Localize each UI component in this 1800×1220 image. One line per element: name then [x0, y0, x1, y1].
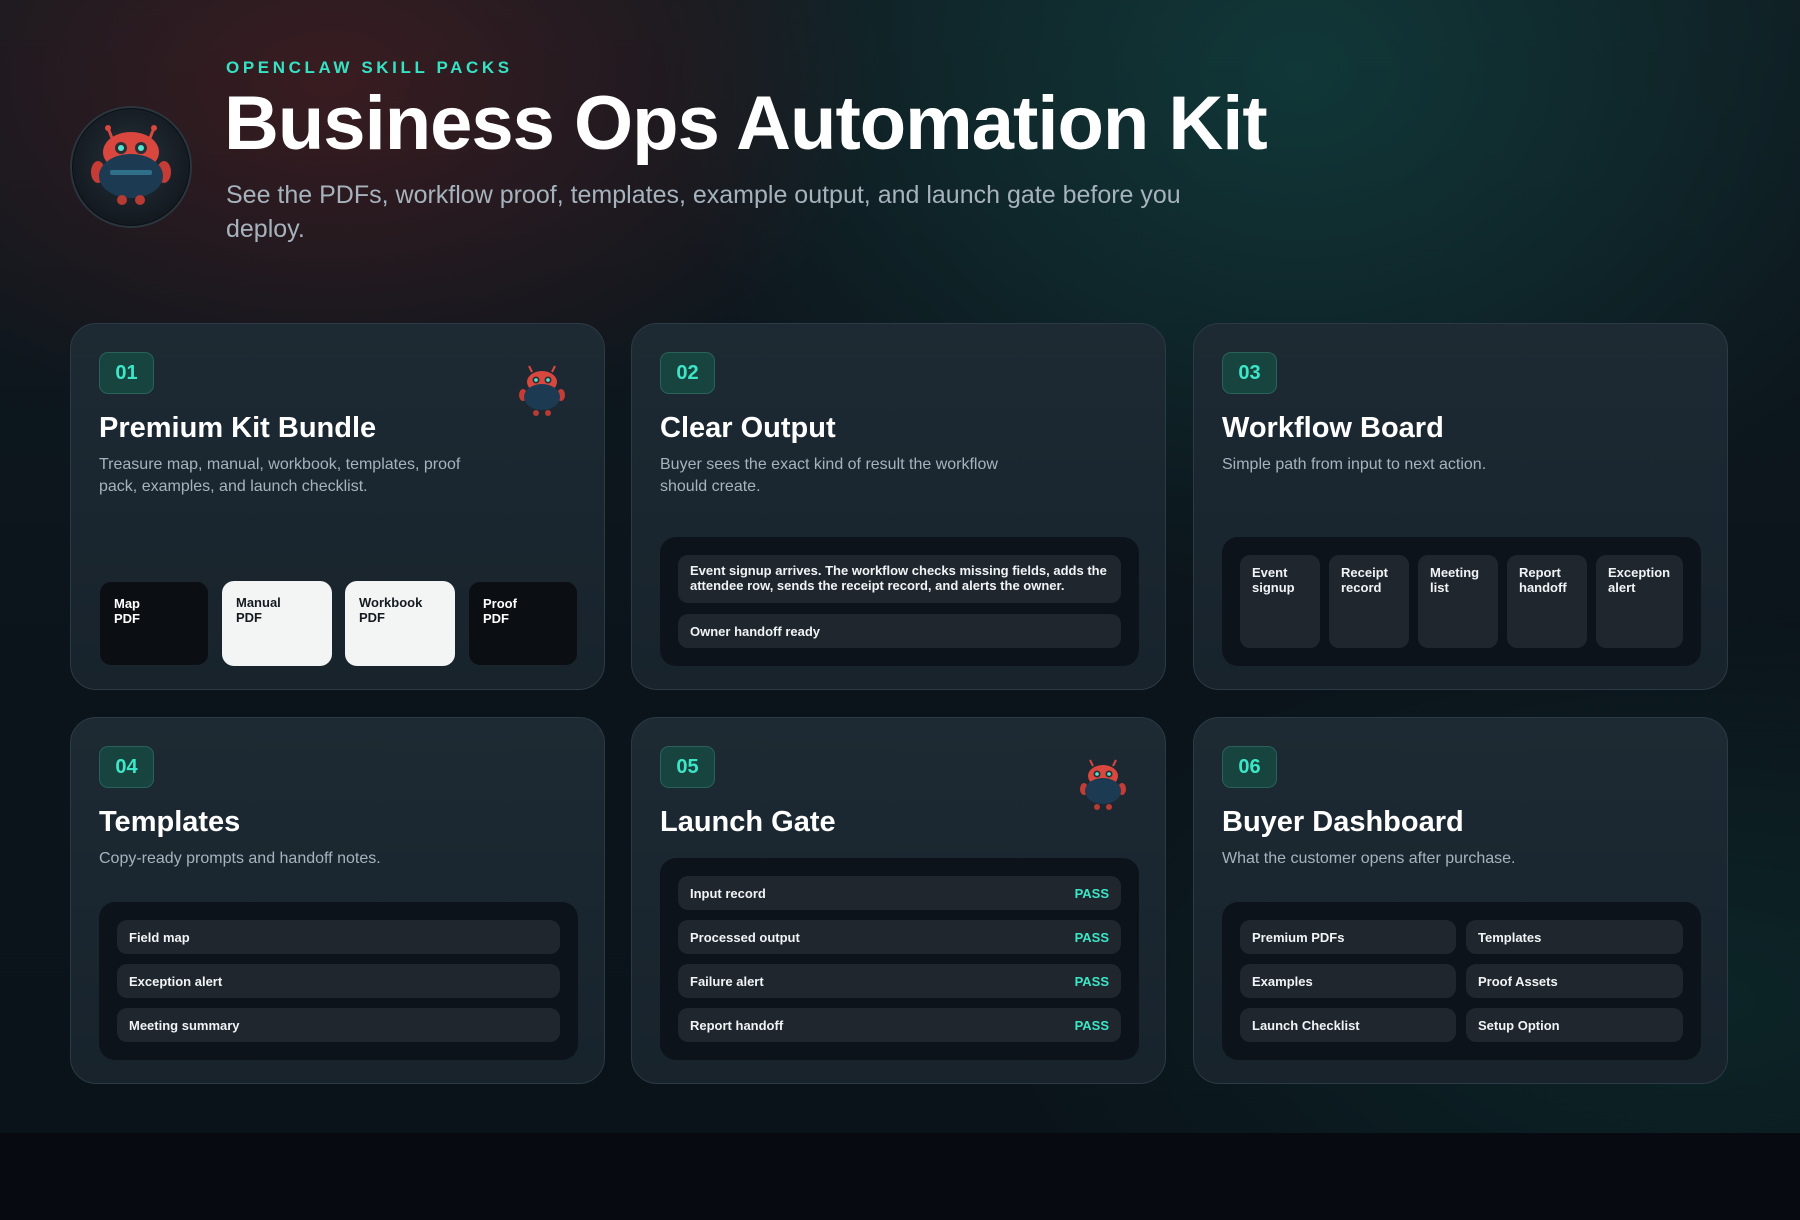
- card-buyer-dashboard: 06 Buyer Dashboard What the customer ope…: [1193, 717, 1728, 1084]
- map-pdf-tile[interactable]: Map PDF: [99, 581, 209, 666]
- card-mascot: [1072, 758, 1134, 814]
- templates-list-panel: Field map Exception alert Meeting summar…: [99, 902, 578, 1060]
- workflow-step: Meeting list: [1418, 555, 1498, 648]
- hero-eyebrow: OPENCLAW SKILL PACKS: [226, 58, 513, 77]
- launch-checks-panel: Input record PASS Processed output PASS …: [660, 858, 1139, 1060]
- workflow-steps-panel: Event signup Receipt record Meeting list…: [1222, 537, 1701, 666]
- card-premium-kit-bundle: 01 Premium Kit Bundle Treasure map, manu…: [70, 323, 605, 690]
- card-number-badge: 03: [1222, 352, 1277, 394]
- workbook-pdf-tile[interactable]: Workbook PDF: [345, 581, 455, 666]
- check-label: Input record: [690, 885, 766, 901]
- robot-mascot-icon: [1080, 759, 1126, 810]
- dashboard-items-panel: Premium PDFs Templates Examples Proof As…: [1222, 902, 1701, 1060]
- launch-check-row: Processed output PASS: [678, 920, 1121, 954]
- template-item[interactable]: Exception alert: [117, 964, 560, 998]
- card-number-badge: 01: [99, 352, 154, 394]
- dashboard-item[interactable]: Examples: [1240, 964, 1456, 998]
- card-title: Workflow Board: [1222, 412, 1444, 444]
- card-title: Templates: [99, 806, 241, 838]
- check-label: Failure alert: [690, 973, 764, 989]
- card-number-badge: 04: [99, 746, 154, 788]
- launch-check-row: Input record PASS: [678, 876, 1121, 910]
- card-clear-output: 02 Clear Output Buyer sees the exact kin…: [631, 323, 1166, 690]
- manual-pdf-tile[interactable]: Manual PDF: [222, 581, 332, 666]
- card-title: Clear Output: [660, 412, 836, 444]
- workflow-step: Event signup: [1240, 555, 1320, 648]
- pass-badge: PASS: [1074, 929, 1109, 945]
- owner-handoff-status: Owner handoff ready: [678, 614, 1121, 648]
- page-footer-area: [0, 1133, 1800, 1220]
- card-description: Simple path from input to next action.: [1222, 456, 1487, 473]
- card-title: Premium Kit Bundle: [99, 412, 377, 444]
- launch-check-row: Failure alert PASS: [678, 964, 1121, 998]
- card-description: Treasure map, manual, workbook, template…: [99, 456, 461, 495]
- hero-mascot-avatar: [70, 106, 192, 228]
- pass-badge: PASS: [1074, 1017, 1109, 1033]
- card-title: Buyer Dashboard: [1222, 806, 1464, 838]
- hero-subtitle: See the PDFs, workflow proof, templates,…: [226, 181, 1181, 243]
- dashboard-item[interactable]: Launch Checklist: [1240, 1008, 1456, 1042]
- robot-mascot-icon: [519, 365, 565, 416]
- proof-pdf-tile[interactable]: Proof PDF: [468, 581, 578, 666]
- card-number-badge: 06: [1222, 746, 1277, 788]
- page-background: OPENCLAW SKILL PACKS Business Ops Automa…: [0, 0, 1800, 1133]
- robot-mascot-icon: [91, 125, 171, 205]
- output-example-text: Event signup arrives. The workflow check…: [678, 555, 1121, 603]
- dashboard-item[interactable]: Proof Assets: [1466, 964, 1683, 998]
- card-number-badge: 05: [660, 746, 715, 788]
- card-title: Launch Gate: [660, 806, 836, 838]
- pass-badge: PASS: [1074, 973, 1109, 989]
- dashboard-item[interactable]: Templates: [1466, 920, 1683, 954]
- output-preview-panel: Event signup arrives. The workflow check…: [660, 537, 1139, 666]
- launch-check-row: Report handoff PASS: [678, 1008, 1121, 1042]
- card-launch-gate: 05 Launch Gate Input record PASS Process…: [631, 717, 1166, 1084]
- dashboard-item[interactable]: Premium PDFs: [1240, 920, 1456, 954]
- card-mascot: [511, 364, 573, 420]
- card-description: What the customer opens after purchase.: [1222, 850, 1516, 867]
- pass-badge: PASS: [1074, 885, 1109, 901]
- workflow-step: Receipt record: [1329, 555, 1409, 648]
- card-workflow-board: 03 Workflow Board Simple path from input…: [1193, 323, 1728, 690]
- card-templates: 04 Templates Copy-ready prompts and hand…: [70, 717, 605, 1084]
- dashboard-item[interactable]: Setup Option: [1466, 1008, 1683, 1042]
- workflow-step: Report handoff: [1507, 555, 1587, 648]
- template-item[interactable]: Meeting summary: [117, 1008, 560, 1042]
- card-number-badge: 02: [660, 352, 715, 394]
- check-label: Processed output: [690, 929, 800, 945]
- workflow-step: Exception alert: [1596, 555, 1683, 648]
- page-title: Business Ops Automation Kit: [224, 81, 1268, 166]
- template-item[interactable]: Field map: [117, 920, 560, 954]
- card-description: Copy-ready prompts and handoff notes.: [99, 850, 381, 867]
- check-label: Report handoff: [690, 1017, 784, 1033]
- card-description: Buyer sees the exact kind of result the …: [660, 456, 998, 495]
